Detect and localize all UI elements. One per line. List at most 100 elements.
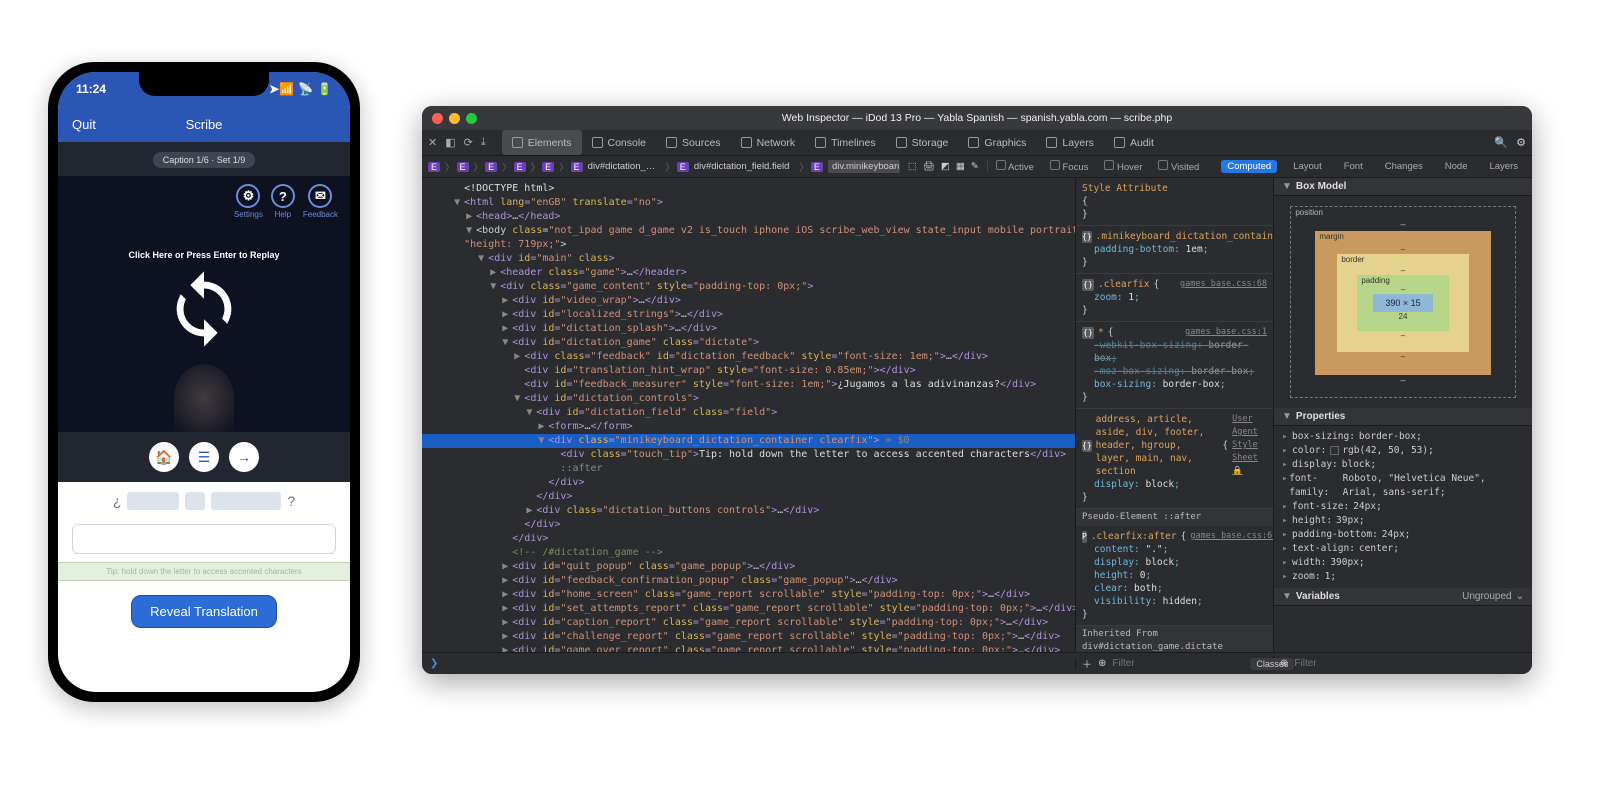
dom-line[interactable]: ▶<div id="challenge_report" class="game_… (422, 630, 1075, 644)
maximize-icon[interactable] (466, 113, 477, 124)
computed-filter-input[interactable] (1294, 658, 1526, 669)
close-x-icon[interactable]: ✕ (428, 136, 437, 149)
tab-graphics[interactable]: Graphics (958, 130, 1036, 155)
dom-line[interactable]: ▼<div class="minikeyboard_dictation_cont… (422, 434, 1075, 448)
dictation-input[interactable] (72, 524, 336, 554)
dom-line[interactable]: ▶<div id="quit_popup" class="game_popup"… (422, 560, 1075, 574)
properties-header[interactable]: ▼Properties (1274, 408, 1532, 426)
feedback-button[interactable]: ✉Feedback (303, 184, 338, 219)
variables-header[interactable]: ▼VariablesUngrouped⌄ (1274, 588, 1532, 606)
computed-pane[interactable]: ▼Box Model position– margin– border– pad… (1274, 178, 1532, 652)
tab-storage[interactable]: Storage (886, 130, 959, 155)
dom-line[interactable]: </div> (422, 518, 1075, 532)
print-icon[interactable]: 🖨 (923, 161, 935, 172)
quit-button[interactable]: Quit (72, 117, 122, 132)
computed-prop[interactable]: ▸width:390px; (1282, 556, 1524, 570)
download-icon[interactable]: ⤓ (481, 136, 486, 149)
box-model-header[interactable]: ▼Box Model (1274, 178, 1532, 196)
style-rule[interactable]: {}.minikeyboard_dictation_container {scr… (1076, 226, 1273, 274)
tab-console[interactable]: Console (582, 130, 657, 155)
tab-sources[interactable]: Sources (656, 130, 731, 155)
dom-line[interactable]: ▶<form>…</form> (422, 420, 1075, 434)
dom-line[interactable]: ▼<body class="not_ipad game d_game v2 is… (422, 224, 1075, 238)
dom-line[interactable]: ▶<div id="feedback_confirmation_popup" c… (422, 574, 1075, 588)
search-icon[interactable]: 🔍 (1494, 136, 1508, 149)
pseudo-focus[interactable]: Focus (1050, 160, 1089, 173)
dom-line[interactable]: ▶<div id="home_screen" class="game_repor… (422, 588, 1075, 602)
computed-prop[interactable]: ▸text-align:center; (1282, 542, 1524, 556)
pseudo-hover[interactable]: Hover (1104, 160, 1142, 173)
dom-line[interactable]: ▶<div class="feedback" id="dictation_fee… (422, 350, 1075, 364)
dom-line[interactable]: </div> (422, 476, 1075, 490)
pseudo-active[interactable]: Active (996, 160, 1034, 173)
dom-line[interactable]: ▶<div id="video_wrap">…</div> (422, 294, 1075, 308)
style-rule[interactable]: P.clearfix:after {games_base.css:61conte… (1076, 526, 1273, 626)
styles-pane[interactable]: Style Attribute{}{}.minikeyboard_dictati… (1076, 178, 1274, 652)
reveal-button[interactable]: Reveal Translation (131, 595, 277, 628)
paint-icon[interactable]: ◩ (941, 161, 950, 172)
subtab-node[interactable]: Node (1439, 160, 1474, 173)
dock-icon[interactable]: ◧ (445, 136, 455, 149)
dom-line[interactable]: ▼<div id="dictation_field" class="field"… (422, 406, 1075, 420)
subtab-computed[interactable]: Computed (1221, 160, 1277, 173)
help-button[interactable]: ?Help (271, 184, 295, 219)
dom-line[interactable]: "height: 719px;"> (422, 238, 1075, 252)
dom-line[interactable]: ▶<div id="set_attempts_report" class="ga… (422, 602, 1075, 616)
dom-line[interactable]: ▼<div id="dictation_controls"> (422, 392, 1075, 406)
dom-tree[interactable]: <!DOCTYPE html> ▼<html lang="enGB" trans… (422, 178, 1076, 652)
dom-line[interactable]: ▶<head>…</head> (422, 210, 1075, 224)
computed-prop[interactable]: ▸height:39px; (1282, 514, 1524, 528)
titlebar[interactable]: Web Inspector — iDod 13 Pro — Yabla Span… (422, 106, 1532, 130)
dom-line[interactable]: ▼<div id="dictation_game" class="dictate… (422, 336, 1075, 350)
breadcrumb[interactable]: E〉E〉E〉E〉E〉Ediv#dictation_…〉Ediv#dictatio… (422, 160, 899, 174)
style-rule[interactable]: {}.clearfix {games_base.css:68zoom: 1;} (1076, 274, 1273, 322)
tab-network[interactable]: Network (731, 130, 806, 155)
subtab-font[interactable]: Font (1338, 160, 1369, 173)
add-rule-icon[interactable]: ＋ (1082, 656, 1092, 671)
dom-line[interactable]: ▶<div id="game_over_report" class="game_… (422, 644, 1075, 652)
dom-line[interactable]: ▼<html lang="enGB" translate="no"> (422, 196, 1075, 210)
dom-line[interactable]: ▶<div id="localized_strings">…</div> (422, 308, 1075, 322)
dom-line[interactable]: ▶<div id="caption_report" class="game_re… (422, 616, 1075, 630)
traffic-lights[interactable] (432, 113, 477, 124)
dom-line[interactable]: <!-- /#dictation_game --> (422, 546, 1075, 560)
dom-line[interactable]: ▶<div class="dictation_buttons controls"… (422, 504, 1075, 518)
grid-icon[interactable]: ▦ (956, 161, 965, 172)
edit-icon[interactable]: ✎ (971, 161, 979, 172)
tab-layers[interactable]: Layers (1036, 130, 1104, 155)
dom-line[interactable]: ▶<header class="game">…</header> (422, 266, 1075, 280)
home-button[interactable]: 🏠 (149, 442, 179, 472)
subtab-changes[interactable]: Changes (1379, 160, 1429, 173)
minimize-icon[interactable] (449, 113, 460, 124)
tab-timelines[interactable]: Timelines (805, 130, 886, 155)
style-rule[interactable]: {}* {games_base.css:1-webkit-box-sizing:… (1076, 322, 1273, 409)
computed-prop[interactable]: ▸zoom:1; (1282, 570, 1524, 584)
computed-prop[interactable]: ▸box-sizing:border-box; (1282, 430, 1524, 444)
subtab-layers[interactable]: Layers (1483, 160, 1524, 173)
tab-audit[interactable]: Audit (1104, 130, 1164, 155)
dom-line[interactable]: <!DOCTYPE html> (422, 182, 1075, 196)
list-button[interactable]: ☰ (189, 442, 219, 472)
style-rule[interactable]: Style Attribute{} (1076, 178, 1273, 226)
close-icon[interactable] (432, 113, 443, 124)
dom-line[interactable]: ▼<div class="game_content" style="paddin… (422, 280, 1075, 294)
computed-prop[interactable]: ▸font-family:Roboto, "Helvetica Neue", A… (1282, 472, 1524, 500)
computed-prop[interactable]: ▸padding-bottom:24px; (1282, 528, 1524, 542)
force-state-icon[interactable]: ⬚ (908, 161, 917, 172)
console-prompt[interactable]: ❯ (422, 658, 1076, 669)
settings-button[interactable]: ⚙Settings (234, 184, 263, 219)
dom-line[interactable]: <div id="translation_hint_wrap" style="f… (422, 364, 1075, 378)
next-button[interactable]: → (229, 442, 259, 472)
computed-prop[interactable]: ▸color:rgb(42, 50, 53); (1282, 444, 1524, 458)
dom-line[interactable]: <div id="feedback_measurer" style="font-… (422, 378, 1075, 392)
dom-line[interactable]: ::after (422, 462, 1075, 476)
subtab-layout[interactable]: Layout (1287, 160, 1328, 173)
tab-elements[interactable]: Elements (502, 130, 582, 155)
style-rule[interactable]: {}address, article, aside, div, footer, … (1076, 409, 1273, 509)
dom-line[interactable]: <div class="touch_tip">Tip: hold down th… (422, 448, 1075, 462)
pseudo-visited[interactable]: Visited (1158, 160, 1199, 173)
dom-line[interactable]: ▶<div id="dictation_splash">…</div> (422, 322, 1075, 336)
styles-filter-input[interactable] (1112, 658, 1244, 669)
dom-line[interactable]: </div> (422, 490, 1075, 504)
dom-line[interactable]: ▼<div id="main" class> (422, 252, 1075, 266)
